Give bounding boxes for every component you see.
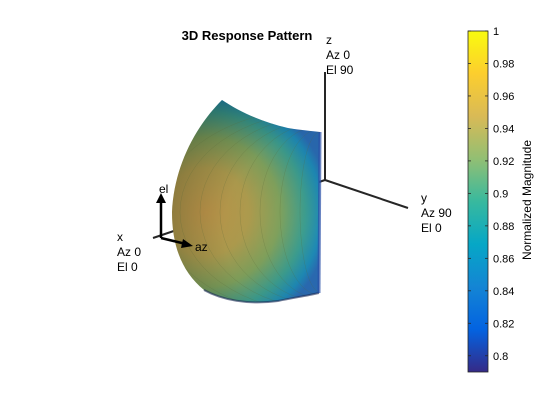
z-axis-name: z (326, 33, 332, 47)
chart-title: 3D Response Pattern (182, 28, 313, 43)
y-axis-az: Az 90 (421, 206, 452, 220)
colorbar-gradient (467, 30, 489, 373)
colorbar-label: Normalized Magnitude (520, 140, 534, 260)
z-axis-az: Az 0 (326, 48, 350, 62)
azimuth-label: az (195, 240, 208, 254)
colorbar-tick-label: 0.88 (493, 221, 514, 233)
colorbar-tick-label: 0.82 (493, 318, 514, 330)
colorbar-tick-label: 0.9 (493, 188, 508, 200)
figure: 3D Response Pattern x Az 0 El 0 y Az 90 (117, 26, 534, 373)
surface-right-rim (317, 131, 322, 294)
x-axis-az: Az 0 (117, 245, 141, 259)
y-axis-label: y Az 90 El 0 (421, 191, 452, 235)
colorbar: 0.80.820.840.860.880.90.920.940.960.981 … (467, 26, 534, 373)
x-axis-el: El 0 (117, 260, 138, 274)
colorbar-tick-label: 0.92 (493, 156, 514, 168)
z-axis-el: El 90 (326, 63, 354, 77)
z-axis-label: z Az 0 El 90 (326, 33, 354, 77)
y-axis-el: El 0 (421, 221, 442, 235)
colorbar-tick-label: 0.84 (493, 286, 514, 298)
y-axis-name: y (421, 191, 427, 205)
colorbar-tick-label: 0.98 (493, 58, 514, 70)
colorbar-tick-label: 0.86 (493, 253, 514, 265)
colorbar-tick-label: 0.94 (493, 123, 514, 135)
colorbar-tick-label: 1 (493, 26, 499, 38)
elevation-label: el (159, 182, 168, 196)
x-axis-label: x Az 0 El 0 (117, 230, 141, 274)
colorbar-tick-label: 0.8 (493, 351, 508, 363)
x-axis-name: x (117, 230, 123, 244)
colorbar-tick-label: 0.96 (493, 91, 514, 103)
y-axis-line (324, 179, 409, 209)
surface-shading (172, 100, 320, 303)
